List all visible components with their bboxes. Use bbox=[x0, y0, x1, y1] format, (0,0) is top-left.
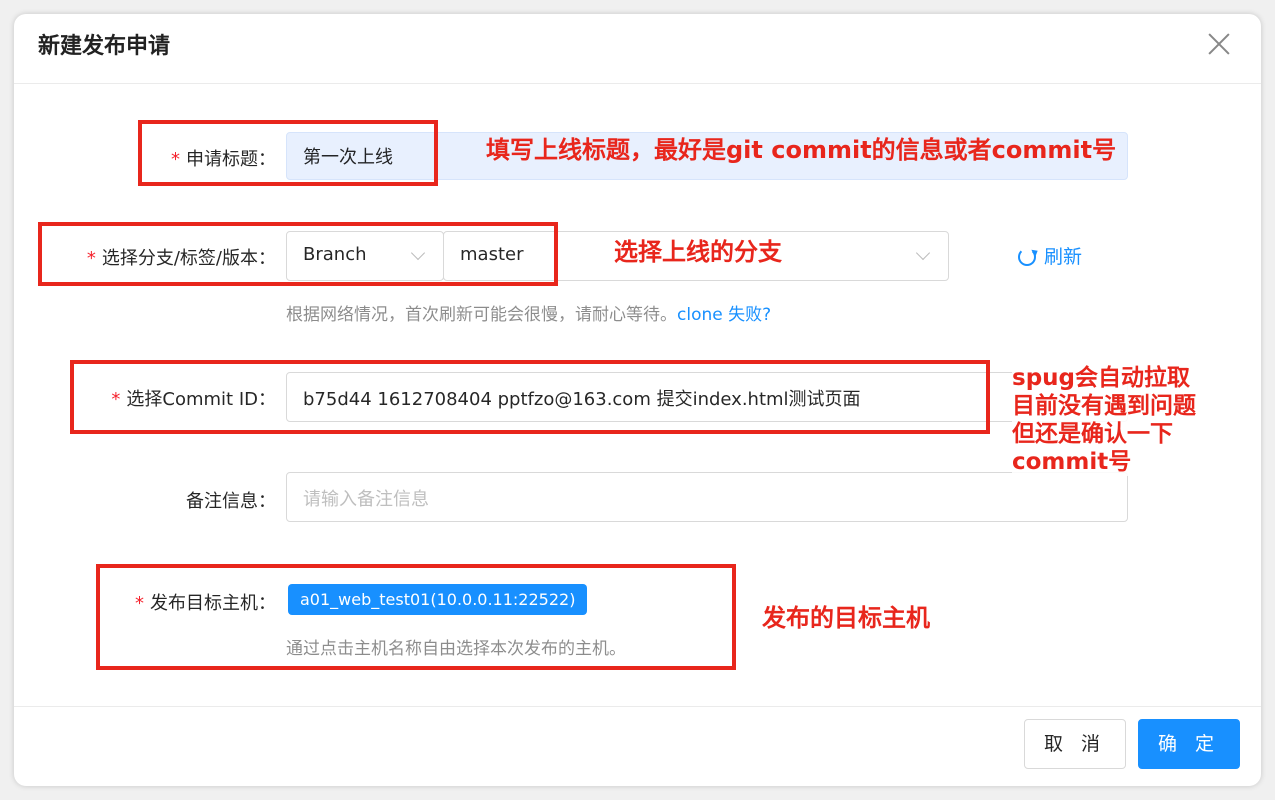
confirm-button[interactable]: 确 定 bbox=[1138, 719, 1240, 769]
annotation-commit-line-1: spug会自动拉取 bbox=[1012, 365, 1190, 391]
annotation-commit-note: spug会自动拉取 目前没有遇到问题 但还是确认一下 commit号 bbox=[1012, 364, 1204, 476]
modal-footer: 取 消 确 定 bbox=[14, 706, 1261, 786]
hosts-label: * 发布目标主机： bbox=[104, 589, 276, 615]
annotation-title-note: 填写上线标题，最好是git commit的信息或者commit号 bbox=[486, 136, 1117, 164]
branch-help: 根据网络情况，首次刷新可能会很慢，请耐心等待。clone 失败? bbox=[286, 300, 771, 325]
title-label-text: 申请标题： bbox=[186, 149, 276, 170]
commit-select[interactable]: b75d44 1612708404 pptfzo@163.com 提交index… bbox=[286, 372, 1128, 422]
required-mark: * bbox=[171, 149, 180, 170]
hosts-label-text: 发布目标主机： bbox=[150, 593, 276, 614]
remark-placeholder: 请输入备注信息 bbox=[303, 489, 429, 510]
commit-label: * 选择Commit ID： bbox=[84, 385, 276, 411]
chevron-down-icon bbox=[410, 245, 426, 261]
title-input-value: 第一次上线 bbox=[303, 147, 393, 168]
ref-type-select[interactable]: Branch bbox=[286, 231, 444, 281]
commit-label-text: 选择Commit ID： bbox=[126, 389, 276, 410]
close-icon[interactable] bbox=[1205, 30, 1233, 58]
hosts-help: 通过点击主机名称自由选择本次发布的主机。 bbox=[286, 639, 626, 659]
branch-value: master bbox=[460, 244, 524, 265]
cancel-button[interactable]: 取 消 bbox=[1024, 719, 1126, 769]
annotation-host-note: 发布的目标主机 bbox=[762, 604, 930, 632]
annotation-commit-line-4: commit号 bbox=[1012, 449, 1132, 475]
modal-header: 新建发布申请 bbox=[14, 14, 1261, 84]
branch-label: * 选择分支/标签/版本： bbox=[48, 244, 276, 270]
required-mark: * bbox=[135, 593, 144, 614]
required-mark: * bbox=[111, 389, 121, 410]
remark-label: 备注信息： bbox=[140, 487, 276, 513]
clone-failed-link[interactable]: clone 失败? bbox=[677, 305, 771, 325]
host-tag[interactable]: a01_web_test01(10.0.0.11:22522) bbox=[288, 584, 588, 615]
refresh-label: 刷新 bbox=[1044, 246, 1083, 268]
annotation-commit-line-3: 但还是确认一下 bbox=[1012, 421, 1173, 447]
refresh-button[interactable]: 刷新 bbox=[1018, 242, 1082, 269]
remark-input[interactable]: 请输入备注信息 bbox=[286, 472, 1128, 522]
commit-value: b75d44 1612708404 pptfzo@163.com 提交index… bbox=[303, 389, 861, 410]
chevron-down-icon bbox=[915, 245, 931, 261]
remark-label-text: 备注信息： bbox=[186, 491, 276, 512]
branch-label-text: 选择分支/标签/版本： bbox=[101, 248, 276, 269]
title-label: * 申请标题： bbox=[140, 145, 276, 171]
branch-help-text: 根据网络情况，首次刷新可能会很慢，请耐心等待。 bbox=[286, 305, 677, 325]
refresh-icon bbox=[1018, 248, 1036, 266]
annotation-commit-line-2: 目前没有遇到问题 bbox=[1012, 393, 1196, 419]
modal-title: 新建发布申请 bbox=[38, 34, 171, 59]
required-mark: * bbox=[86, 248, 96, 269]
ref-type-value: Branch bbox=[303, 244, 367, 265]
annotation-branch-note: 选择上线的分支 bbox=[614, 238, 782, 266]
